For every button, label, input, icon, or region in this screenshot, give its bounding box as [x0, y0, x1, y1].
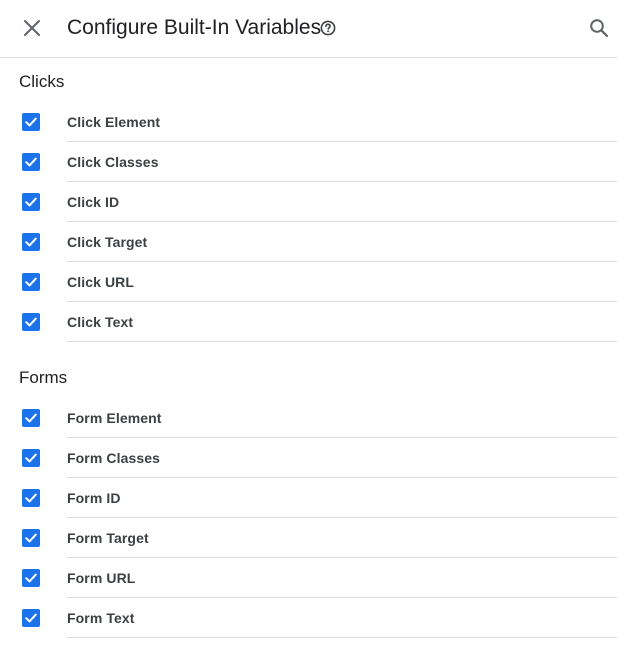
checkbox[interactable] [22, 409, 40, 427]
list-item[interactable]: Form Classes [0, 438, 617, 478]
close-button[interactable] [18, 14, 46, 42]
list-item[interactable]: Form Element [0, 398, 617, 438]
divider [67, 341, 617, 342]
row-label: Form ID [67, 490, 121, 506]
row-label: Click Text [67, 314, 134, 330]
row-label: Click Target [67, 234, 148, 250]
checkbox[interactable] [22, 529, 40, 547]
checkmark-icon [25, 277, 37, 287]
list-item[interactable]: Click Target [0, 222, 617, 262]
row-label: Form Element [67, 410, 162, 426]
checkbox[interactable] [22, 449, 40, 467]
list-item[interactable]: Form Target [0, 518, 617, 558]
help-circle-icon[interactable] [320, 20, 336, 36]
row-label: Form Text [67, 610, 135, 626]
row-label: Form Classes [67, 450, 161, 466]
checkbox[interactable] [22, 609, 40, 627]
checkmark-icon [25, 117, 37, 127]
list-item[interactable]: Click Text [0, 302, 617, 342]
list-item[interactable]: Form Text [0, 598, 617, 638]
checkbox[interactable] [22, 273, 40, 291]
row-label: Click Element [67, 114, 161, 130]
list-item[interactable]: Click Classes [0, 142, 617, 182]
checkmark-icon [25, 317, 37, 327]
dialog-header: Configure Built-In Variables [0, 0, 617, 58]
checkmark-icon [25, 613, 37, 623]
search-icon [590, 19, 609, 38]
checkmark-icon [25, 237, 37, 247]
close-icon [24, 20, 40, 36]
checkmark-icon [25, 493, 37, 503]
checkmark-icon [25, 533, 37, 543]
checkbox[interactable] [22, 569, 40, 587]
section-title: Forms [19, 368, 68, 387]
row-label: Form URL [67, 570, 136, 586]
section-title: Clicks [19, 72, 65, 91]
checkbox[interactable] [22, 113, 40, 131]
checkbox[interactable] [22, 153, 40, 171]
checkbox[interactable] [22, 193, 40, 211]
checkmark-icon [25, 157, 37, 167]
row-label: Click Classes [67, 154, 159, 170]
list-item[interactable]: Form URL [0, 558, 617, 598]
list-item[interactable]: Click ID [0, 182, 617, 222]
page-title: Configure Built-In Variables [67, 16, 322, 39]
list-item[interactable]: Form ID [0, 478, 617, 518]
search-button[interactable] [586, 15, 612, 41]
checkmark-icon [25, 573, 37, 583]
list-item[interactable]: Click URL [0, 262, 617, 302]
checkbox[interactable] [22, 313, 40, 331]
checkbox[interactable] [22, 489, 40, 507]
divider [67, 637, 617, 638]
row-label: Click URL [67, 274, 135, 290]
list-item[interactable]: Click Element [0, 102, 617, 142]
checkbox[interactable] [22, 233, 40, 251]
checkmark-icon [25, 453, 37, 463]
row-label: Click ID [67, 194, 120, 210]
row-label: Form Target [67, 530, 149, 546]
checkmark-icon [25, 413, 37, 423]
checkmark-icon [25, 197, 37, 207]
